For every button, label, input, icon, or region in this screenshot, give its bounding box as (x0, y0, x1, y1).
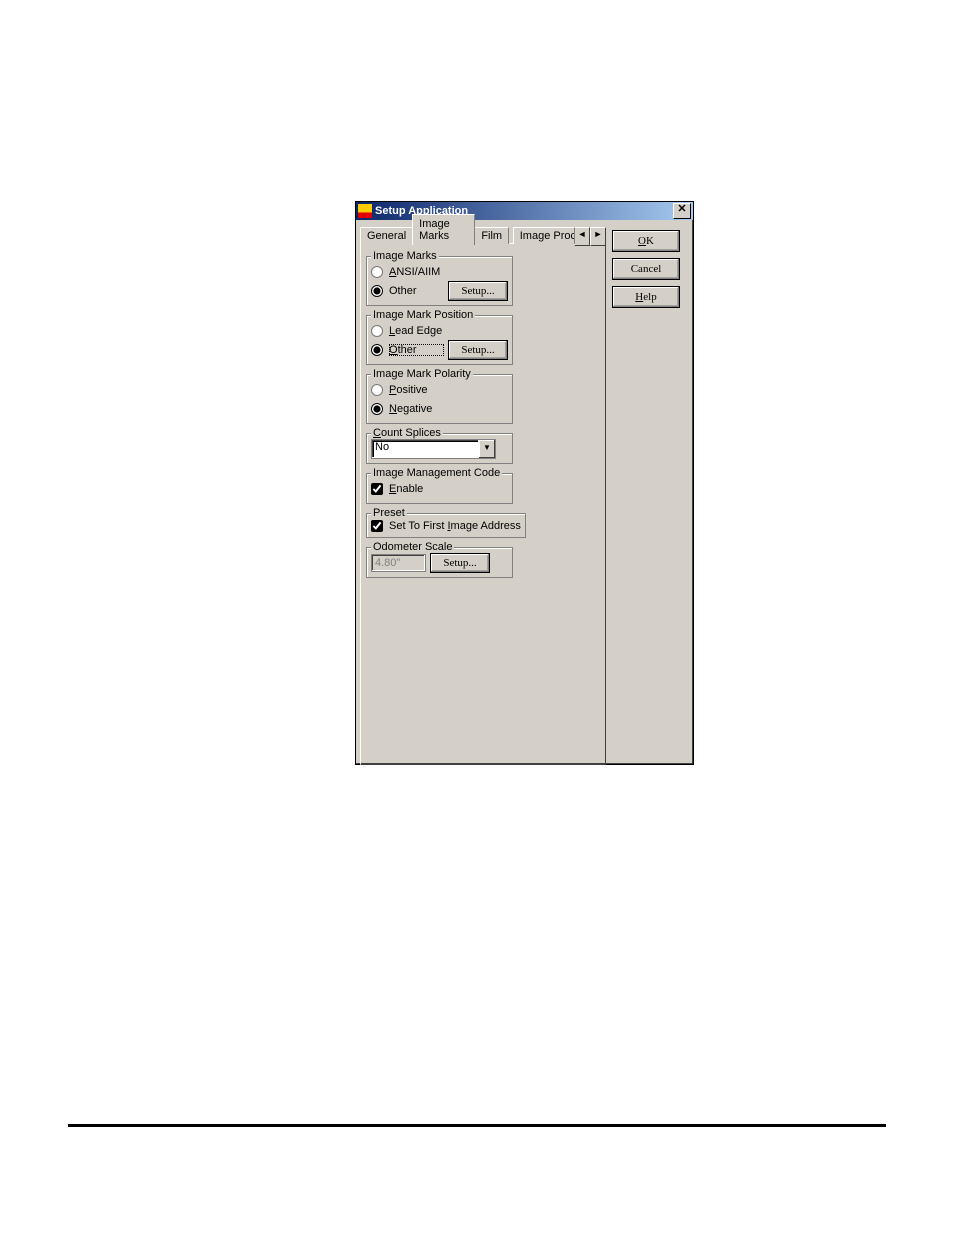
count-splices-dropdown[interactable]: No ▼ (371, 439, 496, 459)
setup-odometer-button[interactable]: Setup... (430, 553, 490, 573)
tab-scroll-right[interactable]: ► (590, 227, 606, 246)
radio-negative[interactable] (371, 403, 383, 415)
legend-position: Image Mark Position (371, 309, 475, 321)
setup-position-button[interactable]: Setup... (448, 340, 508, 360)
count-splices-value: No (372, 440, 478, 458)
label-lead-edge: Lead Edge (389, 325, 508, 337)
ok-button[interactable]: OK (612, 230, 680, 252)
group-odometer: Odometer Scale 4.80" Setup... (366, 541, 513, 578)
checkbox-set-first[interactable] (371, 520, 383, 532)
tab-scroll-left[interactable]: ◄ (574, 227, 590, 246)
title-bar[interactable]: Setup Application ✕ (356, 202, 693, 220)
tab-film[interactable]: Film (474, 227, 509, 244)
radio-ansi-aiim[interactable] (371, 266, 383, 278)
tab-strip: General Image Marks Film Image Proce ◄ ► (360, 224, 606, 244)
group-preset: Preset Set To First Image Address (366, 507, 526, 538)
legend-image-marks: Image Marks (371, 250, 439, 262)
label-position-other: Other (389, 344, 444, 356)
label-positive: Positive (389, 384, 508, 396)
chevron-down-icon[interactable]: ▼ (478, 440, 495, 458)
legend-preset: Preset (371, 507, 407, 519)
setup-application-dialog: Setup Application ✕ General Image Marks … (355, 201, 694, 765)
legend-imc: Image Management Code (371, 467, 502, 479)
app-icon (358, 204, 372, 218)
group-image-mark-polarity: Image Mark Polarity Positive Negative (366, 368, 513, 424)
radio-image-marks-other[interactable] (371, 285, 383, 297)
help-button[interactable]: Help (612, 286, 680, 308)
group-count-splices: Count Splices No ▼ (366, 427, 513, 464)
dialog-buttons: OK Cancel Help (612, 224, 689, 760)
tab-image-processing[interactable]: Image Proce (513, 227, 575, 244)
close-icon[interactable]: ✕ (673, 203, 691, 219)
label-ansi-aiim: ANSI/AIIM (389, 266, 508, 278)
radio-positive[interactable] (371, 384, 383, 396)
legend-count-splices: Count Splices (371, 427, 443, 439)
tab-image-marks[interactable]: Image Marks (412, 214, 475, 245)
radio-position-other[interactable] (371, 344, 383, 356)
label-imc-enable: Enable (389, 483, 508, 495)
label-negative: Negative (389, 403, 508, 415)
tab-general[interactable]: General (360, 227, 413, 244)
label-image-marks-other: Other (389, 285, 444, 297)
label-set-first: Set To First Image Address (389, 520, 521, 532)
cancel-button[interactable]: Cancel (612, 258, 680, 280)
page-divider (68, 1124, 886, 1127)
odometer-value-field: 4.80" (371, 554, 426, 572)
legend-odometer: Odometer Scale (371, 541, 454, 553)
setup-image-marks-button[interactable]: Setup... (448, 281, 508, 301)
group-image-mark-position: Image Mark Position Lead Edge Other Setu… (366, 309, 513, 365)
checkbox-imc-enable[interactable] (371, 483, 383, 495)
group-imc: Image Management Code Enable (366, 467, 513, 504)
group-image-marks: Image Marks ANSI/AIIM Other Setup... (366, 250, 513, 306)
radio-lead-edge[interactable] (371, 325, 383, 337)
legend-polarity: Image Mark Polarity (371, 368, 473, 380)
tab-pane: Image Marks ANSI/AIIM Other Setup... Ima… (360, 243, 606, 765)
